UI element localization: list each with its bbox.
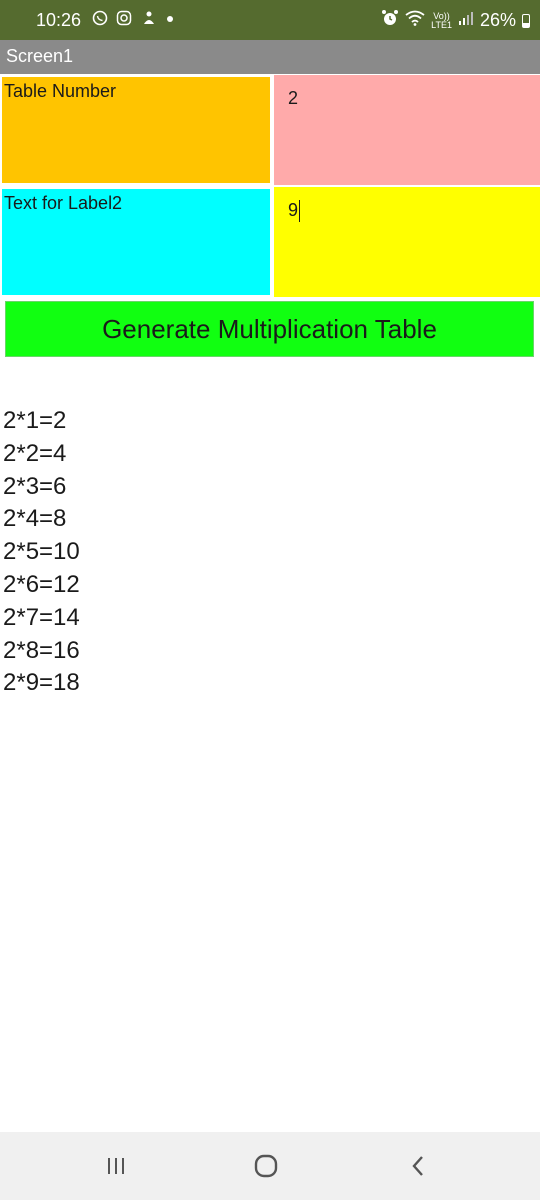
navigation-bar [0,1132,540,1200]
result-line: 2*6=12 [3,570,80,598]
limit-input[interactable]: 9 [288,200,301,223]
result-line: 2*5=10 [3,538,80,566]
battery-icon [522,13,530,28]
status-left-icons [92,10,175,31]
back-button[interactable] [398,1154,438,1178]
label2: Text for Label2 [4,193,123,213]
whatsapp-icon [92,10,116,30]
network-label-bottom: LTE1 [431,19,452,30]
limit-input-value: 9 [288,200,299,220]
label2-cell: Text for Label2 [2,189,270,295]
results-list: 2*1=2 2*2=4 2*3=6 2*4=8 2*5=10 2*6=12 2*… [3,405,80,700]
dot-icon [165,13,175,30]
table-number-input[interactable]: 2 [288,88,298,109]
screen-title: Screen1 [6,46,74,66]
result-line: 2*8=16 [3,636,80,664]
notification-icon [141,11,165,30]
alarm-icon [381,9,399,32]
label-table-number: Table Number [4,81,117,101]
wifi-icon [405,10,425,31]
home-button[interactable] [246,1154,286,1178]
status-time: 10:26 [36,10,82,30]
result-line: 2*1=2 [3,407,67,434]
status-right-icons: Vo)) LTE1 26% [381,9,530,32]
instagram-icon [116,10,140,30]
network-label: Vo)) LTE1 [431,11,452,30]
home-icon [254,1154,278,1178]
recent-apps-button[interactable] [96,1154,136,1178]
result-line: 2*3=6 [3,472,67,500]
result-line: 2*7=14 [3,603,80,631]
title-bar: Screen1 [0,40,540,74]
limit-input-cell[interactable]: 9 [274,187,540,297]
status-bar: 10:26 Vo)) LTE1 26% [0,0,540,40]
recent-apps-icon [108,1158,124,1174]
result-line: 2*9=18 [3,669,80,697]
signal-icon [458,10,474,31]
table-number-input-cell[interactable]: 2 [274,75,540,185]
result-line: 2*4=8 [3,505,67,533]
result-line: 2*2=4 [3,439,67,467]
generate-table-button[interactable]: Generate Multiplication Table [5,301,534,357]
back-icon [412,1156,423,1176]
label-table-number-cell: Table Number [2,77,270,183]
battery-percent: 26% [479,10,516,30]
text-cursor [299,200,301,223]
